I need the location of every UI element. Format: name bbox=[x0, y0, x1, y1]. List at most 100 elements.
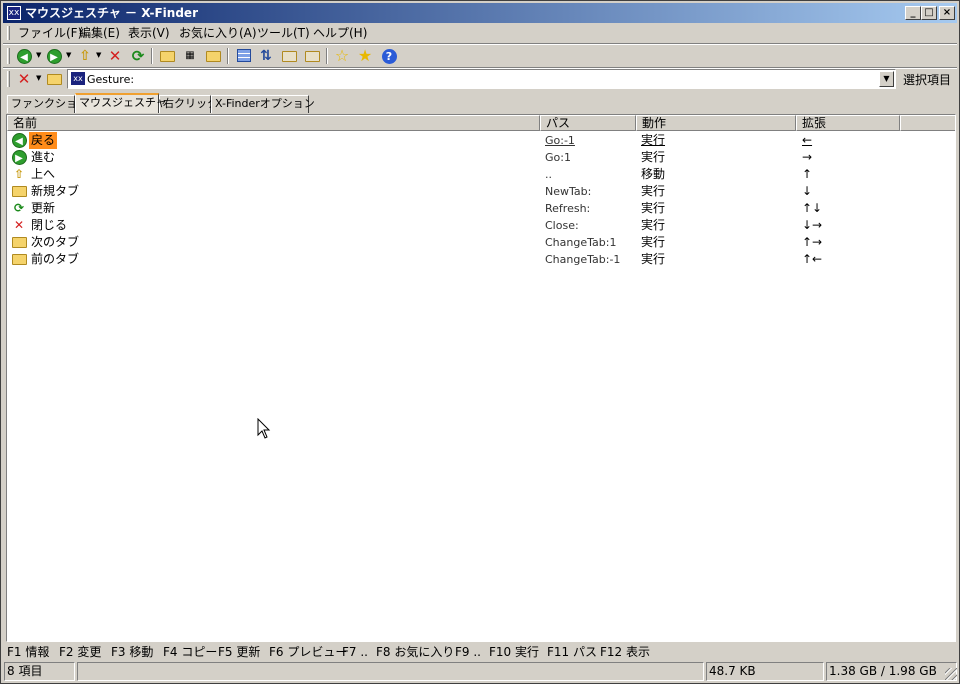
new-tab-icon bbox=[11, 184, 27, 199]
refresh-icon[interactable]: ⟳ bbox=[129, 47, 147, 65]
close-icon: ✕ bbox=[13, 218, 25, 232]
item-gesture: ↑→ bbox=[802, 235, 823, 249]
clear-dropdown-icon[interactable]: ▼ bbox=[36, 74, 41, 82]
back-dropdown-icon[interactable]: ▼ bbox=[36, 51, 41, 59]
copy-icon[interactable] bbox=[280, 47, 298, 65]
delete-icon[interactable]: ✕ bbox=[106, 47, 124, 65]
sort-icon[interactable]: ⇅ bbox=[257, 47, 275, 65]
mouse-cursor-icon bbox=[257, 418, 271, 439]
forward-dropdown-icon[interactable]: ▼ bbox=[66, 51, 71, 59]
menu-favorites[interactable]: お気に入り(A) bbox=[175, 25, 261, 41]
tab-mouse-gesture[interactable]: マウスジェスチャ bbox=[75, 93, 167, 113]
forward-icon: ▶ bbox=[11, 150, 27, 165]
status-message bbox=[77, 662, 704, 681]
item-name: 新規タブ bbox=[31, 184, 80, 198]
refresh-icon: ⟳ bbox=[13, 201, 25, 215]
up-icon[interactable]: ⇧ bbox=[76, 47, 94, 65]
view-grid-icon[interactable] bbox=[235, 47, 253, 65]
title-bar[interactable]: xx マウスジェスチャ － X-Finder _ □ × bbox=[3, 3, 957, 23]
up-dropdown-icon[interactable]: ▼ bbox=[96, 51, 101, 59]
favorites-star-icon[interactable]: ☆ bbox=[333, 47, 351, 65]
folder-icon[interactable] bbox=[204, 47, 222, 65]
toolbar-separator bbox=[227, 48, 229, 64]
tab-function[interactable]: ファンクション bbox=[7, 95, 88, 113]
clear-address-icon[interactable]: ✕ bbox=[15, 70, 33, 88]
toolbar-separator bbox=[326, 48, 328, 64]
fkey-f8[interactable]: F8 お気に入り bbox=[376, 644, 454, 660]
address-field[interactable]: xx ▼ bbox=[67, 69, 896, 89]
address-input[interactable] bbox=[87, 71, 867, 87]
fkey-f5[interactable]: F5 更新 bbox=[218, 644, 260, 660]
column-header-action[interactable]: 動作 bbox=[636, 115, 796, 131]
column-header-extension[interactable]: 拡張 bbox=[796, 115, 900, 131]
item-path: .. bbox=[545, 168, 552, 181]
menu-edit[interactable]: 編集(E) bbox=[75, 25, 124, 41]
item-action: 実行 bbox=[641, 252, 666, 266]
list-item[interactable]: ◀ 戻る Go:-1 実行 ← bbox=[7, 132, 955, 149]
item-name: 更新 bbox=[31, 201, 56, 215]
fkey-f4[interactable]: F4 コピー bbox=[163, 644, 217, 660]
address-grip[interactable] bbox=[7, 71, 10, 87]
list-item[interactable]: ▶ 進む Go:1 実行 → bbox=[7, 149, 955, 166]
list-item[interactable]: ⇧ 上へ .. 移動 ↑ bbox=[7, 166, 955, 183]
fkey-f9[interactable]: F9 .. bbox=[455, 644, 481, 660]
item-path: NewTab: bbox=[545, 185, 592, 198]
menu-help[interactable]: ヘルプ(H) bbox=[309, 25, 371, 41]
list-item[interactable]: ✕ 閉じる Close: 実行 ↓→ bbox=[7, 217, 955, 234]
item-name: 前のタブ bbox=[31, 252, 80, 266]
add-favorite-icon[interactable]: ★ bbox=[356, 47, 374, 65]
column-header-name[interactable]: 名前 bbox=[7, 115, 540, 131]
go-folder-icon[interactable] bbox=[45, 70, 63, 88]
list-item[interactable]: 前のタブ ChangeTab:-1 実行 ↑← bbox=[7, 251, 955, 268]
move-icon[interactable] bbox=[303, 47, 321, 65]
fkey-f2[interactable]: F2 変更 bbox=[59, 644, 101, 660]
item-gesture: ↑← bbox=[802, 252, 823, 266]
up-icon: ⇧ bbox=[13, 167, 25, 181]
folder-open-icon[interactable] bbox=[158, 47, 176, 65]
resize-grip[interactable] bbox=[945, 668, 957, 680]
app-icon[interactable]: xx bbox=[7, 6, 21, 20]
selected-items-button[interactable]: 選択項目 bbox=[903, 71, 951, 88]
fkey-f6[interactable]: F6 プレビュー bbox=[269, 644, 347, 660]
column-header-path[interactable]: パス bbox=[540, 115, 636, 131]
item-action: 実行 bbox=[641, 235, 666, 249]
fkey-f3[interactable]: F3 移動 bbox=[111, 644, 153, 660]
toolbar-separator bbox=[151, 48, 153, 64]
new-folder-icon[interactable]: ▦ bbox=[181, 47, 199, 65]
list-item[interactable]: 次のタブ ChangeTab:1 実行 ↑→ bbox=[7, 234, 955, 251]
menu-grip[interactable] bbox=[7, 26, 10, 40]
list-item[interactable]: 新規タブ NewTab: 実行 ↓ bbox=[7, 183, 955, 200]
back-icon[interactable]: ◀ bbox=[15, 47, 33, 65]
fkey-f12[interactable]: F12 表示 bbox=[600, 644, 650, 660]
item-path: ChangeTab:-1 bbox=[545, 253, 621, 266]
forward-icon[interactable]: ▶ bbox=[45, 47, 63, 65]
item-path: Close: bbox=[545, 219, 579, 232]
close-button[interactable]: × bbox=[939, 6, 955, 20]
item-gesture: ↓ bbox=[802, 184, 813, 198]
gesture-list[interactable]: 名前 パス 動作 拡張 ◀ 戻る Go:-1 実行 ← ▶ 進む Go:1 実行… bbox=[6, 114, 956, 642]
address-bar: ✕ ▼ xx ▼ 選択項目 bbox=[5, 68, 955, 90]
item-name: 進む bbox=[31, 150, 56, 164]
help-icon[interactable]: ? bbox=[380, 47, 398, 65]
toolbar-grip[interactable] bbox=[7, 48, 10, 64]
menu-tools[interactable]: ツール(T) bbox=[253, 25, 314, 41]
fkey-f10[interactable]: F10 実行 bbox=[489, 644, 539, 660]
item-name: 次のタブ bbox=[31, 235, 80, 249]
item-path: Refresh: bbox=[545, 202, 591, 215]
fkey-f11[interactable]: F11 パス bbox=[547, 644, 597, 660]
window-title: マウスジェスチャ － X-Finder bbox=[25, 6, 198, 20]
maximize-button[interactable]: □ bbox=[921, 6, 937, 20]
fkey-f7[interactable]: F7 .. bbox=[342, 644, 368, 660]
address-dropdown-icon[interactable]: ▼ bbox=[879, 71, 894, 87]
item-path: Go:1 bbox=[545, 151, 571, 164]
list-item[interactable]: ⟳ 更新 Refresh: 実行 ↑↓ bbox=[7, 200, 955, 217]
item-gesture: ↑ bbox=[802, 167, 813, 181]
tab-xfinder-options[interactable]: X-Finderオプション bbox=[211, 95, 315, 113]
item-path: Go:-1 bbox=[545, 134, 575, 147]
back-icon: ◀ bbox=[11, 133, 27, 148]
item-action: 実行 bbox=[641, 201, 666, 215]
minimize-button[interactable]: _ bbox=[905, 6, 921, 20]
location-icon: xx bbox=[71, 72, 85, 85]
menu-view[interactable]: 表示(V) bbox=[124, 25, 174, 41]
fkey-f1[interactable]: F1 情報 bbox=[7, 644, 49, 660]
